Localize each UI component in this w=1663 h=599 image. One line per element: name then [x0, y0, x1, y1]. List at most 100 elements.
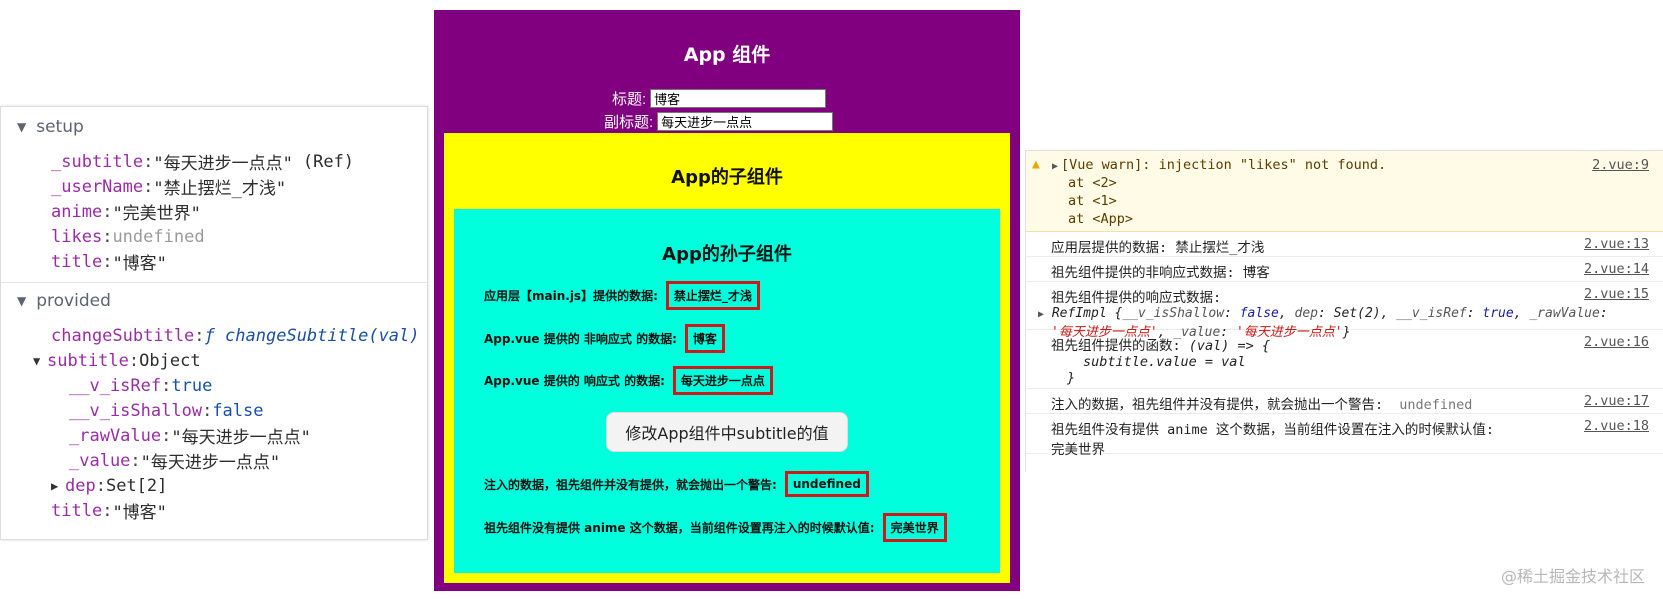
grandchild-component: App的孙子组件 应用层【main.js】提供的数据: 禁止摆烂_才浅 App.… — [454, 209, 1000, 573]
state-key: likes — [51, 226, 103, 247]
provided-section-toggle[interactable]: ▼ provided — [1, 283, 427, 319]
setup-row: likes: undefined — [51, 226, 205, 247]
gc-row-value: undefined — [784, 471, 869, 497]
state-key: anime — [51, 201, 103, 222]
setup-list: _subtitle: "每天进步一点点" (Ref) _userName: "禁… — [1, 149, 427, 275]
log-text: 应用层提供的数据: 禁止摆烂_才浅 — [1051, 240, 1265, 256]
source-link[interactable]: 2.vue:14 — [1584, 261, 1649, 277]
setup-section-label: setup — [36, 117, 84, 137]
state-value: "禁止摆烂_才浅" — [153, 179, 287, 199]
console-log-row: 祖先组件提供的非响应式数据: 博客 2.vue:14 — [1026, 257, 1663, 282]
source-link[interactable]: 2.vue:15 — [1584, 286, 1649, 302]
state-key: _userName — [51, 176, 144, 197]
provided-list: changeSubtitle: ƒ changeSubtitle(val) ▼ … — [1, 323, 427, 524]
obj-key: dep — [1294, 306, 1318, 321]
obj-val: true — [1482, 306, 1514, 321]
state-key: subtitle — [47, 350, 129, 371]
gc-row-value: 完美世界 — [882, 513, 947, 542]
provided-row-subtitle[interactable]: ▼ subtitle: Object — [33, 348, 427, 373]
caret-right-icon: ▶ — [51, 478, 59, 493]
gc-row-label: 祖先组件没有提供 anime 这个数据，当前组件设置再注入的时候默认值: — [484, 521, 875, 535]
provided-row-title: title: "博客" — [51, 498, 427, 524]
state-key: __v_isRef — [69, 375, 162, 396]
refimpl-object[interactable]: ▶ RefImpl {__v_isShallow: false, dep: Se… — [1038, 306, 1663, 321]
log-value: undefined — [1399, 397, 1473, 413]
app-title: App 组件 — [683, 44, 771, 66]
state-value: Set[2] — [105, 475, 168, 496]
state-key: changeSubtitle — [51, 325, 195, 346]
source-link[interactable]: 2.vue:17 — [1584, 393, 1649, 409]
caret-down-icon: ▼ — [17, 294, 27, 308]
subtitle-input[interactable] — [657, 112, 834, 131]
state-key: _rawValue — [69, 425, 162, 446]
warning-icon: ▲ — [1032, 157, 1040, 172]
state-value: "每天进步一点点" — [140, 453, 281, 473]
function-icon: ƒ — [204, 325, 215, 346]
title-input[interactable] — [650, 89, 827, 108]
browser-console: ▲ ▶ [Vue warn]: injection "likes" not fou… — [1025, 150, 1663, 472]
console-log-row: 应用层提供的数据: 禁止摆烂_才浅 2.vue:13 — [1026, 232, 1663, 257]
grandchild-title: App的孙子组件 — [662, 244, 792, 265]
caret-right-icon: ▶ — [1038, 309, 1045, 320]
provided-section-label: provided — [36, 291, 111, 311]
state-key: title — [51, 251, 103, 272]
source-link[interactable]: 2.vue:18 — [1584, 418, 1649, 434]
gc-row-value: 博客 — [684, 324, 725, 353]
log-text: 祖先组件提供的函数: — [1051, 338, 1181, 354]
gc-row-label: App.vue 提供的 非响应式 的数据: — [484, 332, 677, 346]
log-text: 注入的数据，祖先组件并没有提供，就会抛出一个警告: — [1051, 397, 1384, 413]
child-title: App的子组件 — [671, 167, 783, 188]
gc-row-default-inject: 祖先组件没有提供 anime 这个数据，当前组件设置再注入的时候默认值: 完美世… — [484, 513, 947, 542]
state-value: true — [171, 375, 213, 396]
warning-stack-line: at <1> — [1068, 193, 1117, 209]
state-value: "每天进步一点点" — [153, 154, 293, 174]
state-value: "博客" — [112, 254, 167, 274]
warning-stack-line: at <App> — [1068, 211, 1134, 227]
fn-source: subtitle.value = val — [1083, 354, 1246, 370]
setup-row: _subtitle: "每天进步一点点" (Ref) — [51, 149, 427, 175]
source-link[interactable]: 2.vue:9 — [1592, 157, 1649, 173]
setup-section-toggle[interactable]: ▼ setup — [1, 109, 427, 145]
console-log-row: 祖先组件没有提供 anime 这个数据，当前组件设置在注入的时候默认值: 完美世… — [1026, 414, 1663, 458]
state-key: __v_isShallow — [69, 400, 203, 421]
child-component: App的子组件 App的孙子组件 应用层【main.js】提供的数据: 禁止摆烂… — [444, 133, 1010, 583]
console-log-row: 注入的数据，祖先组件并没有提供，就会抛出一个警告: undefined 2.vu… — [1026, 389, 1663, 414]
source-link[interactable]: 2.vue:16 — [1584, 334, 1649, 350]
state-value: Object — [139, 350, 201, 371]
state-value: false — [212, 400, 264, 421]
object-field: _rawValue: "每天进步一点点" — [69, 423, 427, 449]
log-text: 完美世界 — [1051, 442, 1105, 458]
state-key: _subtitle — [51, 151, 144, 172]
caret-right-icon: ▶ — [1052, 161, 1059, 172]
state-key: title — [51, 500, 103, 521]
gc-row-reactive: App.vue 提供的 响应式 的数据: 每天进步一点点 — [484, 366, 773, 395]
caret-down-icon: ▼ — [33, 353, 41, 368]
gc-row-label: App.vue 提供的 响应式 的数据: — [484, 374, 665, 388]
modify-subtitle-button[interactable]: 修改App组件中subtitle的值 — [606, 412, 848, 452]
obj-val: false — [1239, 306, 1279, 321]
object-field-dep[interactable]: ▶ dep: Set[2] — [51, 473, 427, 498]
fn-source: } — [1067, 370, 1076, 386]
function-signature: changeSubtitle(val) — [225, 325, 420, 346]
log-text: 祖先组件提供的非响应式数据: 博客 — [1051, 265, 1270, 281]
caret-down-icon: ▼ — [17, 120, 27, 134]
setup-row: title: "博客" — [51, 249, 427, 275]
gc-row-value: 每天进步一点点 — [672, 366, 773, 395]
subtitle-label: 副标题: — [604, 114, 654, 131]
obj-key: __v_isShallow — [1122, 306, 1225, 321]
setup-row: _userName: "禁止摆烂_才浅" — [51, 174, 427, 200]
object-field: _value: "每天进步一点点" — [69, 448, 427, 474]
state-key: _value — [69, 450, 131, 471]
subtitle-object-children: __v_isRef: true __v_isShallow: false _ra… — [51, 373, 427, 498]
state-key: dep — [65, 475, 96, 496]
warning-text: [Vue warn]: injection "likes" not found. — [1061, 157, 1387, 173]
state-value: "每天进步一点点" — [171, 428, 311, 448]
source-link[interactable]: 2.vue:13 — [1584, 236, 1649, 252]
gc-row-value: 禁止摆烂_才浅 — [665, 281, 760, 310]
object-field: __v_isShallow: false — [69, 400, 264, 421]
warning-message[interactable]: ▶ [Vue warn]: injection "likes" not found… — [1026, 157, 1663, 175]
state-value: "博客" — [112, 503, 167, 523]
obj-key: _rawValue — [1529, 306, 1600, 321]
log-text: 祖先组件提供的响应式数据: — [1051, 290, 1222, 306]
gc-row-app-level: 应用层【main.js】提供的数据: 禁止摆烂_才浅 — [484, 281, 760, 310]
